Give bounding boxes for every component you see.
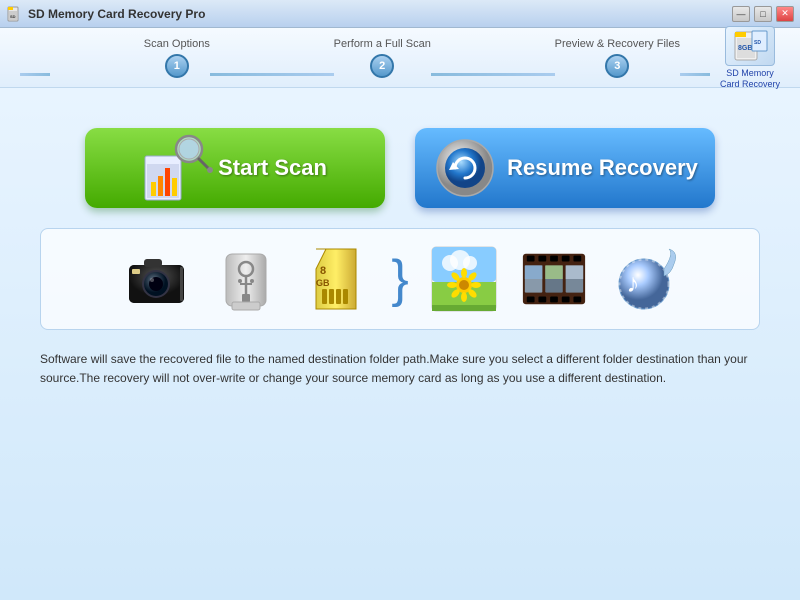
photo-icon [429,244,499,314]
music-icon: ♪ [609,244,679,314]
camera-icon [121,244,191,314]
logo-icon: 8GB SD [730,30,770,62]
description-text: Software will save the recovered file to… [40,350,760,388]
minimize-button[interactable]: — [732,6,750,22]
logo-area: 8GB SD SD Memory Card Recovery [720,26,780,90]
close-button[interactable]: ✕ [776,6,794,22]
film-svg [519,245,589,313]
resume-icon [432,136,497,201]
steps-container: Scan Options 1 Perform a Full Scan 2 Pre… [20,38,710,78]
camera-svg [124,247,189,312]
photo-svg [430,245,498,313]
step-1: Scan Options 1 [144,38,210,78]
scan-icon [143,133,208,203]
film-strip-icon [519,244,589,314]
logo-label: SD Memory Card Recovery [720,68,780,90]
svg-text:8GB: 8GB [738,45,752,52]
app-icon: SD [6,6,22,22]
title-bar-left: SD SD Memory Card Recovery Pro [6,6,205,22]
arrow-separator: } [391,253,408,305]
logo-card: 8GB SD [725,26,775,66]
sd-card-svg: 8 GB [306,244,366,314]
step-1-label: Scan Options [144,38,210,50]
sd-card-icon: 8 GB [301,244,371,314]
usb-svg [216,244,276,314]
step-bar: Scan Options 1 Perform a Full Scan 2 Pre… [0,28,800,88]
resume-recovery-button[interactable]: Resume Recovery [415,128,715,208]
usb-drive-icon [211,244,281,314]
title-bar: SD SD Memory Card Recovery Pro — □ ✕ [0,0,800,28]
resume-recovery-label: Resume Recovery [507,155,698,181]
step-2-label: Perform a Full Scan [334,38,431,50]
svg-text:SD: SD [10,14,16,19]
maximize-button[interactable]: □ [754,6,772,22]
step-3: Preview & Recovery Files 3 [555,38,680,78]
step-3-circle: 3 [605,54,629,78]
main-content: Start Scan [0,88,800,600]
icon-row: 8 GB } [40,228,760,330]
step-2-circle: 2 [370,54,394,78]
music-svg: ♪ [609,244,679,314]
svg-text:GB: GB [316,278,330,288]
app-title: SD Memory Card Recovery Pro [28,7,205,21]
recovery-icon-svg [435,138,495,198]
step-1-circle: 1 [165,54,189,78]
step-3-label: Preview & Recovery Files [555,38,680,50]
svg-text:♪: ♪ [626,268,639,298]
start-scan-button[interactable]: Start Scan [85,128,385,208]
step-2: Perform a Full Scan 2 [334,38,431,78]
buttons-row: Start Scan [40,128,760,208]
svg-text:SD: SD [754,40,761,46]
start-scan-label: Start Scan [218,155,327,181]
svg-text:8: 8 [320,265,326,277]
magnifier-icon [173,133,213,173]
window-controls: — □ ✕ [732,6,794,22]
